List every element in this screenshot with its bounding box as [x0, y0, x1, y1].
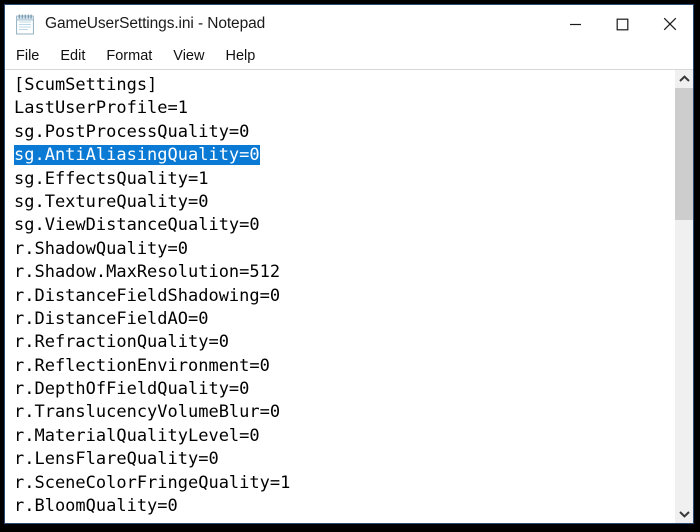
editor-line[interactable]: r.ReflectionEnvironment=0 — [14, 355, 674, 378]
editor-line[interactable]: r.DistanceFieldAO=0 — [14, 308, 674, 331]
chevron-down-icon — [678, 511, 690, 518]
editor-line[interactable]: r.LensFlareQuality=0 — [14, 448, 674, 471]
vertical-scrollbar[interactable] — [674, 70, 693, 523]
notepad-icon — [15, 14, 35, 35]
screen-backdrop: GameUserSettings.ini - Notepad File Edit… — [0, 0, 700, 532]
title-bar[interactable]: GameUserSettings.ini - Notepad — [5, 5, 693, 43]
menu-item-file[interactable]: File — [16, 48, 39, 64]
chevron-up-icon — [678, 75, 690, 82]
close-button[interactable] — [646, 5, 693, 43]
editor-line[interactable]: LastUserProfile=1 — [14, 97, 674, 120]
menu-item-help[interactable]: Help — [225, 48, 255, 64]
editor-line[interactable]: r.ShadowQuality=0 — [14, 238, 674, 261]
minimize-button[interactable] — [552, 5, 599, 43]
editor-area: [ScumSettings] LastUserProfile=1 sg.PostPr… — [5, 70, 693, 523]
scrollbar-thumb[interactable] — [675, 88, 693, 220]
editor-line[interactable]: r.RefractionQuality=0 — [14, 331, 674, 354]
editor-line[interactable]: sg.PostProcessQuality=0 — [14, 121, 674, 144]
notepad-window: GameUserSettings.ini - Notepad File Edit… — [4, 4, 694, 524]
selected-text[interactable]: sg.AntiAliasingQuality=0 — [14, 145, 260, 166]
editor-line[interactable]: r.MaterialQualityLevel=0 — [14, 425, 674, 448]
close-icon — [663, 17, 676, 31]
editor-line[interactable]: sg.AntiAliasingQuality=0 — [14, 144, 674, 167]
editor-line[interactable]: r.BloomQuality=0 — [14, 495, 674, 518]
editor-line[interactable]: r.SceneColorFringeQuality=1 — [14, 472, 674, 495]
menu-bar: File Edit Format View Help — [5, 43, 693, 70]
maximize-button[interactable] — [599, 5, 646, 43]
scroll-down-button[interactable] — [675, 505, 693, 523]
scrollbar-track[interactable] — [675, 88, 693, 505]
menu-item-edit[interactable]: Edit — [60, 48, 85, 64]
text-editor[interactable]: [ScumSettings] LastUserProfile=1 sg.PostPr… — [5, 70, 674, 523]
editor-line[interactable]: r.TranslucencyVolumeBlur=0 — [14, 401, 674, 424]
scroll-up-button[interactable] — [675, 70, 693, 88]
menu-item-format[interactable]: Format — [106, 48, 152, 64]
editor-line[interactable]: sg.TextureQuality=0 — [14, 191, 674, 214]
window-title: GameUserSettings.ini - Notepad — [45, 15, 266, 32]
maximize-icon — [616, 18, 629, 30]
minimize-icon — [570, 23, 581, 25]
window-controls — [552, 5, 693, 43]
editor-line[interactable]: r.DepthOfFieldQuality=0 — [14, 378, 674, 401]
editor-line[interactable]: sg.ViewDistanceQuality=0 — [14, 214, 674, 237]
editor-line[interactable]: r.DistanceFieldShadowing=0 — [14, 285, 674, 308]
menu-item-view[interactable]: View — [173, 48, 204, 64]
editor-line[interactable]: r.Shadow.MaxResolution=512 — [14, 261, 674, 284]
editor-line[interactable]: sg.EffectsQuality=1 — [14, 168, 674, 191]
editor-line[interactable]: [ScumSettings] — [14, 74, 674, 97]
